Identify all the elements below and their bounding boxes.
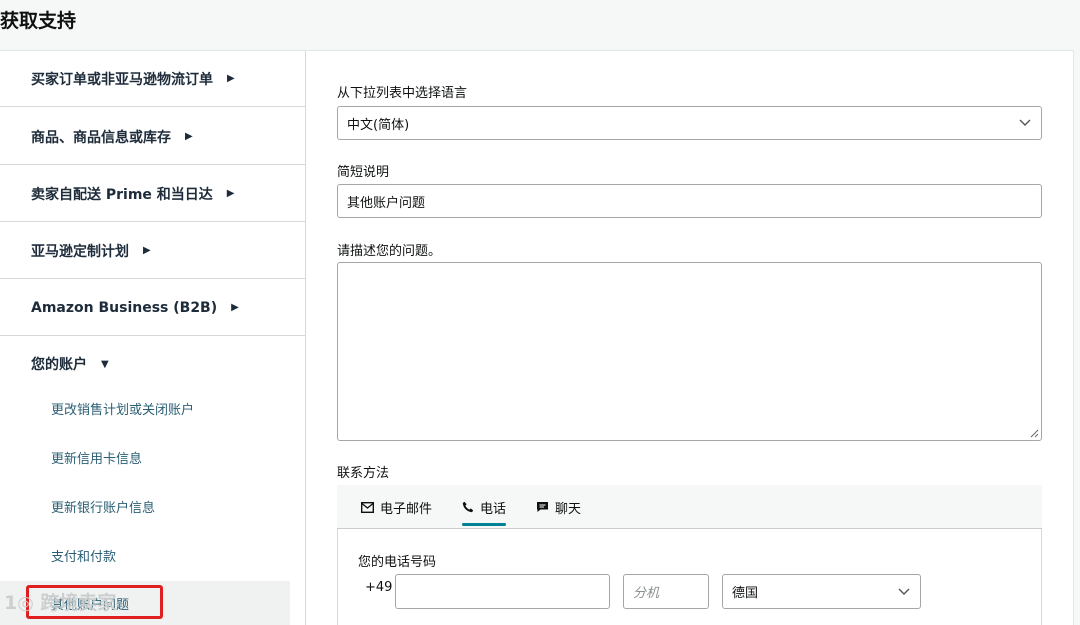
description-label: 请描述您的问题。 [337,244,442,259]
chevron-down-icon [1019,119,1031,126]
extension-input[interactable]: 分机 [623,574,709,609]
sidebar-category-label: 商品、商品信息或库存 [31,129,171,146]
page-title: 获取支持 [0,10,77,32]
country-select[interactable]: 德国 [722,574,921,609]
tab-label: 聊天 [555,501,582,517]
resize-grip-icon[interactable] [1029,428,1039,438]
sidebar-category-label: 买家订单或非亚马逊物流订单 [31,71,213,88]
chevron-down-icon [898,588,910,595]
caret-right-icon: ▶ [226,188,235,199]
sidebar-subitem-credit-card[interactable]: 更新信用卡信息 [0,435,290,479]
summary-label: 简短说明 [337,165,390,180]
tab-email[interactable]: 电子邮件 [361,485,432,529]
watermark: 1◎ 跨境卖家 [4,592,117,614]
phone-icon [462,501,474,513]
sidebar-category-products[interactable]: 商品、商品信息或库存 ▶ [0,109,305,165]
summary-input-value: 其他账户问题 [347,195,426,211]
mail-icon [361,501,374,513]
phone-number-label: 您的电话号码 [358,555,437,570]
extension-placeholder: 分机 [633,586,660,601]
caret-right-icon: ▶ [143,245,151,256]
tab-chat[interactable]: 聊天 [536,485,581,529]
country-code: +49 [365,580,393,595]
sidebar-subitem-payments[interactable]: 支付和付款 [0,533,290,577]
tab-label: 电话 [480,501,507,517]
contact-method-tabs: 电子邮件 电话 聊天 [337,485,1042,529]
sidebar-category-orders[interactable]: 买家订单或非亚马逊物流订单 ▶ [0,51,305,107]
sidebar-category-label: 亚马逊定制计划 [31,243,129,260]
sidebar-subitem-bank-account[interactable]: 更新银行账户信息 [0,484,290,528]
language-select-value: 中文(简体) [347,117,410,133]
sidebar-category-label: Amazon Business (B2B) [31,299,218,316]
summary-input[interactable]: 其他账户问题 [337,184,1042,218]
sidebar-subitem-change-plan[interactable]: 更改销售计划或关闭账户 [0,386,290,430]
tab-phone[interactable]: 电话 [462,485,507,529]
caret-down-icon: ▼ [101,358,109,370]
sidebar-category-custom[interactable]: 亚马逊定制计划 ▶ [0,223,305,279]
caret-right-icon: ▶ [231,302,239,313]
tab-label: 电子邮件 [380,501,433,517]
sidebar-category-prime[interactable]: 卖家自配送 Prime 和当日达 ▶ [0,166,305,222]
caret-right-icon: ▶ [227,73,235,84]
language-select[interactable]: 中文(简体) [337,106,1042,140]
description-textarea[interactable] [337,262,1042,441]
caret-right-icon: ▶ [185,131,193,142]
language-label: 从下拉列表中选择语言 [337,86,468,101]
country-select-value: 德国 [732,586,759,601]
phone-number-input[interactable] [395,574,610,609]
sidebar-category-label: 卖家自配送 Prime 和当日达 [31,186,213,203]
contact-method-label: 联系方法 [337,466,390,481]
sidebar-category-business[interactable]: Amazon Business (B2B) ▶ [0,280,305,336]
chat-icon [537,502,548,512]
sidebar: 买家订单或非亚马逊物流订单 ▶ 商品、商品信息或库存 ▶ 卖家自配送 Prime… [0,51,306,625]
sidebar-category-account[interactable]: 您的账户 ▼ [0,336,305,392]
sidebar-category-label: 您的账户 [31,357,87,373]
